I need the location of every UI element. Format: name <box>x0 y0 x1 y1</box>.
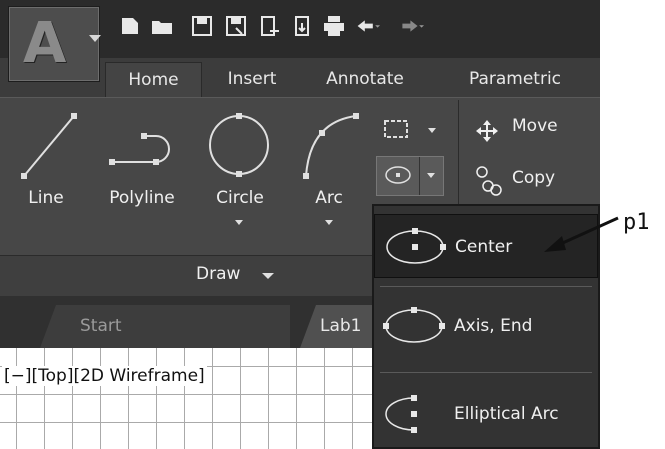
chevron-down-icon <box>262 273 274 279</box>
new-file-icon[interactable] <box>118 14 142 38</box>
app-logo: A <box>23 11 67 76</box>
save-as-icon[interactable] <box>224 14 248 38</box>
copy-label: Copy <box>512 168 556 188</box>
chevron-down-icon[interactable] <box>325 220 333 225</box>
ellipse-axis-end-icon <box>383 307 445 343</box>
ellipse-center-icon <box>386 228 446 264</box>
circle-label: Circle <box>216 188 264 208</box>
menu-item-axis-end-label: Axis, End <box>454 316 533 336</box>
menu-item-center-label: Center <box>455 237 513 257</box>
chevron-down-icon <box>89 35 101 42</box>
arc-icon <box>303 113 359 179</box>
copy-icon <box>476 166 502 196</box>
export-icon[interactable] <box>258 14 282 38</box>
redo-icon[interactable] <box>400 14 424 38</box>
open-folder-icon[interactable] <box>150 14 174 38</box>
line-label: Line <box>28 188 64 208</box>
tab-start[interactable]: Start <box>40 305 290 348</box>
move-tool-button[interactable]: Move <box>470 112 600 148</box>
polyline-tool-button[interactable]: Polyline <box>92 102 192 222</box>
circle-tool-button[interactable]: Circle <box>200 102 280 242</box>
menu-separator <box>380 286 592 287</box>
tab-insert[interactable]: Insert <box>218 62 286 96</box>
plot-icon[interactable] <box>322 14 346 38</box>
copy-tool-button[interactable]: Copy <box>470 160 600 200</box>
arc-tool-button[interactable]: Arc <box>294 102 364 242</box>
move-label: Move <box>512 116 558 136</box>
tab-annotate[interactable]: Annotate <box>315 62 415 96</box>
line-icon <box>21 113 77 179</box>
annotation-arrow-icon <box>544 216 619 252</box>
annotation-label: p1 <box>623 210 650 235</box>
tab-home[interactable]: Home <box>105 62 202 97</box>
chevron-down-icon[interactable] <box>428 128 436 133</box>
chevron-down-icon[interactable] <box>427 173 435 178</box>
rectangle-tool-button[interactable] <box>380 114 440 144</box>
polyline-icon <box>109 133 170 165</box>
menu-item-elliptical-arc[interactable]: Elliptical Arc <box>374 382 598 446</box>
polyline-label: Polyline <box>109 188 175 208</box>
draw-panel-label: Draw <box>196 264 241 284</box>
tab-parametric[interactable]: Parametric <box>450 62 580 96</box>
application-menu-button[interactable]: A <box>8 6 101 82</box>
elliptical-arc-icon <box>385 395 417 433</box>
menu-item-elliptical-arc-label: Elliptical Arc <box>454 404 559 424</box>
line-tool-button[interactable]: Line <box>10 102 82 222</box>
viewport-controls[interactable]: [−][Top][2D Wireframe] <box>2 366 207 386</box>
chevron-down-icon[interactable] <box>235 220 243 225</box>
menu-separator <box>380 372 592 373</box>
save-icon[interactable] <box>190 14 214 38</box>
publish-icon[interactable] <box>290 14 314 38</box>
circle-icon <box>209 113 269 177</box>
ellipse-icon <box>385 166 411 184</box>
menu-item-axis-end[interactable]: Axis, End <box>374 294 598 358</box>
ellipse-tool-button[interactable] <box>376 156 444 196</box>
move-icon <box>476 120 498 142</box>
autocad-window: A Home Insert Annotate Parametric Line P… <box>0 0 600 449</box>
arc-label: Arc <box>315 188 343 208</box>
undo-icon[interactable] <box>356 14 380 38</box>
rectangle-icon <box>384 120 408 138</box>
